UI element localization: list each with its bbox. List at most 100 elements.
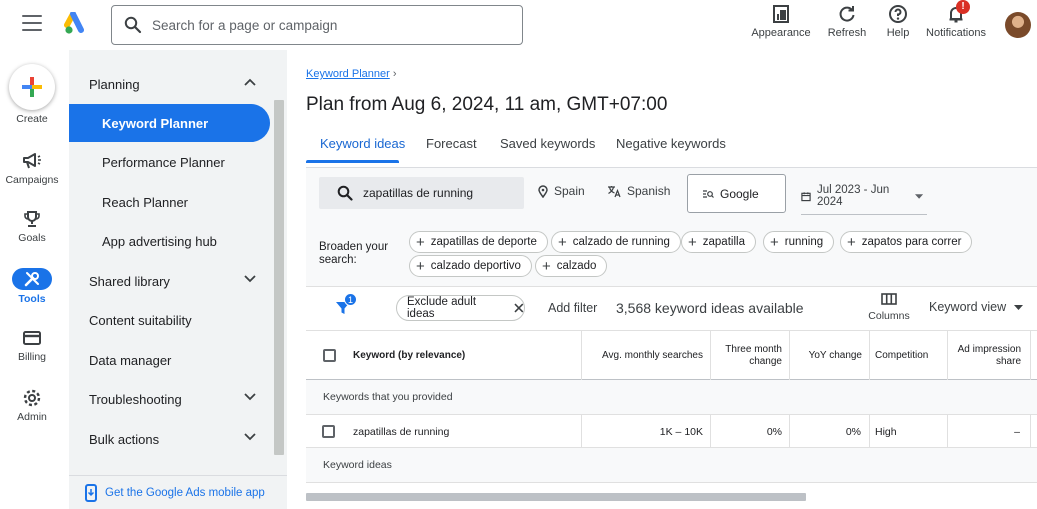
nav-performance-planner[interactable]: Performance Planner — [69, 143, 270, 181]
nav-app-advertising-hub[interactable]: App advertising hub — [69, 222, 270, 260]
breadcrumb[interactable]: Keyword Planner › — [306, 68, 397, 80]
columns-button[interactable]: Columns — [868, 293, 910, 322]
date-range-value: Jul 2023 - Jun 2024 — [817, 184, 890, 208]
chip-label: zapatos para correr — [861, 236, 962, 248]
plus-icon: + — [558, 233, 567, 251]
rail-campaigns[interactable]: Campaigns — [0, 152, 64, 186]
rail-goals[interactable]: Goals — [0, 210, 64, 244]
tab-forecast[interactable]: Forecast — [426, 136, 477, 151]
nav-data-manager[interactable]: Data manager — [69, 341, 270, 379]
table-row[interactable]: zapatillas de running 1K – 10K 0% 0% Hig… — [306, 414, 1037, 448]
column-competition[interactable]: Competition — [875, 331, 947, 381]
chip-label: zapatilla — [702, 236, 745, 248]
network-value: Google — [720, 186, 759, 201]
plus-icon: + — [416, 257, 425, 275]
search-input[interactable] — [152, 17, 492, 33]
broaden-chip[interactable]: + calzado deportivo — [409, 255, 532, 277]
nav-content-suitability[interactable]: Content suitability — [69, 301, 270, 339]
column-three-month-change[interactable]: Three month change — [711, 331, 789, 381]
plus-icon — [22, 77, 42, 97]
megaphone-icon — [23, 153, 41, 169]
date-range-selector[interactable]: Jul 2023 - Jun 2024 — [801, 184, 927, 215]
broaden-search-label: Broaden your search: — [319, 241, 389, 266]
create-label: Create — [16, 113, 48, 125]
menu-icon[interactable] — [22, 15, 42, 31]
nav-content-suitability-label: Content suitability — [89, 312, 192, 328]
chevron-down-icon — [244, 433, 256, 441]
plus-icon: + — [542, 257, 551, 275]
row-ad-impression-share: – — [1014, 425, 1020, 438]
chevron-up-icon — [244, 78, 256, 86]
refresh-button[interactable]: Refresh — [827, 4, 867, 44]
rail-tools[interactable]: Tools — [0, 268, 64, 305]
nav-bulk-actions[interactable]: Bulk actions — [69, 420, 270, 458]
row-yoy-change: 0% — [845, 425, 861, 438]
gear-icon — [23, 389, 41, 407]
column-keyword[interactable]: Keyword (by relevance) — [353, 331, 579, 381]
broaden-chip[interactable]: + running — [763, 231, 835, 253]
plus-icon: + — [416, 233, 425, 251]
help-button[interactable]: Help — [884, 4, 912, 44]
exclude-adult-chip[interactable]: Exclude adult ideas — [396, 295, 525, 321]
create-button[interactable] — [9, 64, 55, 110]
broaden-chip[interactable]: + calzado de running — [551, 231, 681, 253]
active-tab-indicator — [306, 160, 399, 163]
plus-icon: + — [847, 233, 856, 251]
appearance-button[interactable]: Appearance — [751, 4, 811, 44]
nav-shared-library[interactable]: Shared library — [69, 262, 270, 300]
broaden-chip[interactable]: + zapatillas de deporte — [409, 231, 548, 253]
nav-performance-planner-label: Performance Planner — [102, 154, 225, 170]
admin-label: Admin — [17, 411, 47, 423]
broaden-chip[interactable]: + zapatilla — [681, 231, 756, 253]
nav-troubleshooting[interactable]: Troubleshooting — [69, 380, 270, 418]
nav-bulk-actions-label: Bulk actions — [89, 431, 160, 447]
plus-icon: + — [770, 233, 779, 251]
avatar[interactable] — [1005, 12, 1031, 38]
nav-app-advertising-hub-label: App advertising hub — [102, 233, 217, 249]
broaden-chip[interactable]: + calzado — [535, 255, 608, 277]
group-provided-keywords: Keywords that you provided — [306, 380, 1037, 414]
mobile-app-link[interactable]: Get the Google Ads mobile app — [69, 475, 287, 509]
column-yoy-change[interactable]: YoY change — [790, 331, 869, 381]
add-filter-button[interactable]: Add filter — [548, 301, 597, 315]
tab-saved-keywords[interactable]: Saved keywords — [500, 136, 595, 151]
exclude-adult-label: Exclude adult ideas — [407, 296, 477, 320]
tab-keyword-ideas[interactable]: Keyword ideas — [320, 136, 405, 151]
tab-negative-keywords[interactable]: Negative keywords — [616, 136, 726, 151]
rail-billing[interactable]: Billing — [0, 330, 64, 363]
nav-data-manager-label: Data manager — [89, 352, 172, 368]
campaigns-label: Campaigns — [5, 174, 59, 186]
language-selector[interactable]: Spanish — [607, 184, 670, 198]
nav-planning[interactable]: Planning — [69, 65, 270, 103]
column-ad-impression-share[interactable]: Ad impression share — [948, 331, 1028, 381]
language-value: Spanish — [627, 184, 671, 198]
search-box[interactable] — [111, 5, 523, 45]
search-icon — [124, 16, 142, 34]
refresh-icon — [839, 6, 855, 22]
nav-reach-planner[interactable]: Reach Planner — [69, 183, 270, 221]
keyword-view-dropdown[interactable]: Keyword view — [929, 300, 1024, 314]
nav-troubleshooting-label: Troubleshooting — [89, 391, 182, 407]
row-avg-searches: 1K – 10K — [659, 425, 703, 438]
column-avg-monthly-searches[interactable]: Avg. monthly searches — [582, 331, 710, 381]
row-keyword: zapatillas de running — [353, 425, 450, 438]
broaden-chip[interactable]: + zapatos para correr — [840, 231, 973, 253]
nav-keyword-planner[interactable]: Keyword Planner — [69, 104, 270, 142]
breadcrumb-link[interactable]: Keyword Planner — [306, 68, 390, 80]
nav-scrollbar[interactable] — [274, 100, 284, 455]
horizontal-scrollbar[interactable] — [306, 493, 806, 501]
close-icon[interactable] — [514, 303, 524, 313]
page-title: Plan from Aug 6, 2024, 11 am, GMT+07:00 — [306, 94, 668, 115]
filter-count-badge: 1 — [344, 293, 357, 306]
google-ads-logo[interactable] — [64, 12, 90, 36]
keyword-search-field[interactable]: zapatillas de running — [319, 177, 524, 209]
nav-shared-library-label: Shared library — [89, 273, 170, 289]
row-checkbox[interactable] — [322, 425, 335, 438]
network-selector[interactable]: Google — [687, 174, 786, 213]
chip-label: calzado deportivo — [430, 260, 521, 272]
rail-admin[interactable]: Admin — [0, 388, 64, 423]
keyword-view-label: Keyword view — [929, 300, 1007, 314]
select-all-checkbox[interactable] — [323, 349, 336, 362]
location-selector[interactable]: Spain — [538, 184, 585, 198]
row-competition: High — [875, 425, 897, 438]
